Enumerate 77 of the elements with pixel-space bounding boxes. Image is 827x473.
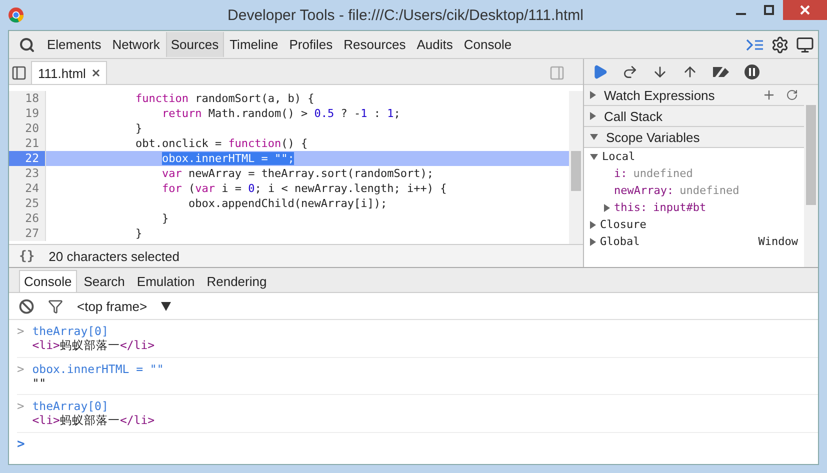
line-number: 26	[9, 211, 46, 226]
code-line: 24 for (var i = 0; i < newArray.length; i++) {	[9, 181, 569, 196]
code-line: 26 }	[9, 211, 569, 226]
navigator-toggle-icon[interactable]	[11, 65, 27, 81]
drawer-tab[interactable]: Rendering	[202, 270, 272, 292]
panel-tab[interactable]: Timeline	[224, 32, 284, 57]
console-prompt[interactable]: >	[17, 433, 25, 452]
scope-property: newArray: undefined	[613, 183, 740, 199]
filter-icon[interactable]	[48, 298, 63, 314]
result-text: <li>蚂蚁部落一</li>	[32, 338, 155, 353]
line-number: 18	[9, 91, 46, 106]
line-number: 25	[9, 196, 46, 211]
drawer-toggle-icon[interactable]	[746, 38, 764, 50]
step-into-icon[interactable]	[652, 64, 668, 80]
close-icon[interactable]	[92, 69, 100, 77]
selection-status: 20 characters selected	[48, 248, 180, 264]
pause-icon[interactable]	[744, 64, 760, 80]
frame-dropdown[interactable]: <top frame>	[77, 298, 172, 314]
scope-row[interactable]: Global Window	[584, 233, 804, 250]
file-tab[interactable]: 111.html	[31, 61, 107, 84]
panel-tab[interactable]: Profiles	[284, 32, 338, 57]
dock-icon[interactable]	[796, 36, 814, 54]
drawer-tab[interactable]: Emulation	[132, 270, 200, 292]
input-chevron: >	[17, 324, 24, 340]
step-over-icon[interactable]	[622, 64, 638, 80]
scope-property: i: undefined	[613, 166, 694, 182]
line-number: 19	[9, 106, 46, 121]
input-chevron: >	[17, 362, 24, 378]
deactivate-breakpoints-icon[interactable]	[712, 64, 730, 78]
line-number: 20	[9, 121, 46, 136]
scope-property[interactable]: this: input#bt	[584, 199, 804, 216]
debugger-toggle-icon[interactable]	[549, 65, 565, 81]
scrollbar[interactable]	[804, 85, 818, 267]
input-chevron: >	[17, 399, 24, 415]
panel-tab[interactable]: Console	[458, 32, 517, 57]
command-text: obox.innerHTML = ""	[32, 362, 164, 376]
panel-tab[interactable]: Resources	[338, 32, 411, 57]
code-line: 18 function randomSort(a, b) {	[9, 91, 569, 106]
scrollbar[interactable]	[569, 91, 583, 244]
window-title: Developer Tools - file:///C:/Users/cik/Desktop/111.html	[228, 6, 584, 24]
panel-tab[interactable]: Sources	[166, 32, 224, 57]
scope-row[interactable]: Local	[584, 148, 804, 165]
line-number: 22	[9, 151, 46, 166]
clear-icon[interactable]	[19, 298, 34, 314]
panel-tab[interactable]: Audits	[412, 32, 458, 57]
caret-icon[interactable]	[161, 301, 172, 311]
code-line: 20 }	[9, 121, 569, 136]
code-line: 25 obox.appendChild(newArray[i]);	[9, 196, 569, 211]
drawer-tab[interactable]: Search	[78, 270, 130, 292]
result-text: <li>蚂蚁部落一</li>	[32, 413, 155, 428]
sidebar-section-header[interactable]: Watch Expressions	[584, 85, 804, 106]
sidebar-section-header[interactable]: Scope Variables	[584, 127, 804, 148]
pretty-print-button[interactable]: {}	[17, 248, 37, 264]
code-line: 23 var newArray = theArray.sort(randomSort);	[9, 166, 569, 181]
refresh-icon[interactable]	[786, 89, 798, 101]
scope-row[interactable]: Closure	[584, 216, 804, 233]
sidebar-section-header[interactable]: Call Stack	[584, 106, 804, 127]
resume-icon[interactable]	[592, 64, 608, 80]
line-number: 21	[9, 136, 46, 151]
code-line: 19 return Math.random() > 0.5 ? -1 : 1;	[9, 106, 569, 121]
close-icon[interactable]	[783, 0, 827, 20]
panel-tab[interactable]: Network	[107, 32, 165, 57]
code-line: 27 }	[9, 226, 569, 241]
drawer-tab[interactable]: Console	[19, 270, 77, 292]
panel-tab[interactable]: Elements	[42, 32, 106, 57]
result-text: ""	[32, 376, 46, 390]
add-icon[interactable]	[762, 88, 776, 102]
settings-icon[interactable]	[771, 36, 789, 54]
command-text: theArray[0]	[32, 324, 108, 338]
search-icon[interactable]	[19, 36, 35, 52]
step-out-icon[interactable]	[682, 64, 698, 80]
browser-logo-icon	[8, 7, 24, 23]
line-number: 23	[9, 166, 46, 181]
line-number: 24	[9, 181, 46, 196]
command-text: theArray[0]	[32, 399, 108, 413]
line-number: 27	[9, 226, 46, 241]
code-line: 21 obt.onclick = function() {	[9, 136, 569, 151]
